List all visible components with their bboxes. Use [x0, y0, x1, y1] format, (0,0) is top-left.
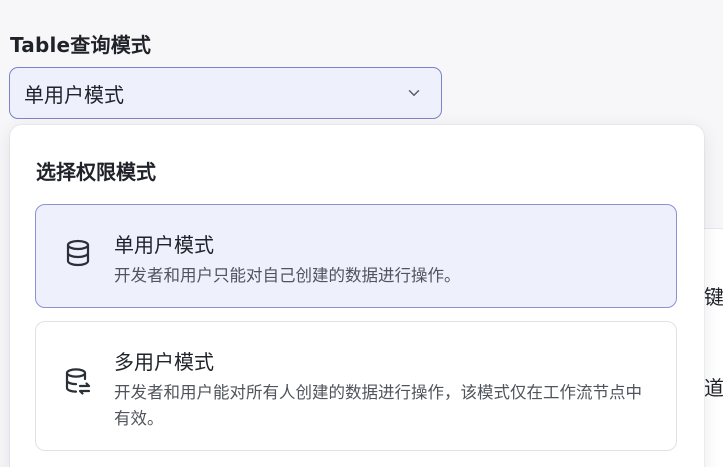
permission-mode-dropdown: 选择权限模式 单用户模式 开发者和用户只能对自己创建的数据进行操作。 多用户模式… — [10, 125, 704, 467]
option-single-user[interactable]: 单用户模式 开发者和用户只能对自己创建的数据进行操作。 — [35, 204, 677, 308]
top-band — [0, 0, 723, 14]
database-share-icon — [65, 368, 91, 395]
chevron-down-icon — [408, 90, 420, 96]
query-mode-select[interactable]: 单用户模式 — [9, 67, 442, 119]
option-description: 开发者和用户能对所有人创建的数据进行操作，该模式仅在工作流节点中有效。 — [114, 383, 642, 428]
select-value: 单用户模式 — [24, 82, 124, 107]
background-text: 键 — [704, 285, 723, 309]
dropdown-title: 选择权限模式 — [36, 160, 156, 184]
background-text: 道 — [704, 376, 723, 400]
database-icon — [66, 239, 90, 267]
field-label: Table查询模式 — [10, 33, 152, 57]
option-title: 多用户模式 — [114, 350, 214, 374]
option-description: 开发者和用户只能对自己创建的数据进行操作。 — [114, 266, 461, 285]
option-multi-user[interactable]: 多用户模式 开发者和用户能对所有人创建的数据进行操作，该模式仅在工作流节点中有效… — [35, 321, 677, 451]
option-title: 单用户模式 — [114, 233, 214, 257]
